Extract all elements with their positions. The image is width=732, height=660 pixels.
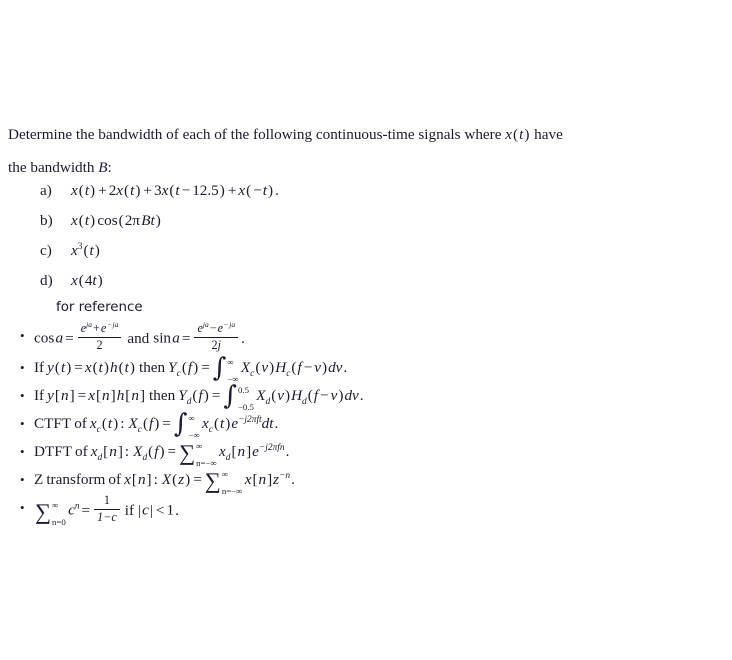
- item-label-a: a): [40, 182, 52, 199]
- summation-operator: ∑ ∞ n=0: [35, 498, 66, 528]
- prompt-line-2-post: :: [107, 159, 112, 176]
- for-reference-label: for reference: [56, 300, 143, 315]
- item-body-d: x(4t): [71, 272, 103, 289]
- bullet-icon: •: [20, 444, 25, 459]
- fraction-sin: eja−e−ja 2j: [194, 321, 239, 353]
- prompt-inline-math-x-of-t: x(t): [505, 126, 530, 143]
- bullet-icon: •: [20, 388, 25, 403]
- item-label-d: d): [40, 272, 53, 289]
- formula-geometric-series: ∑ ∞ n=0 cn = 1 1−c if |c| <1.: [34, 493, 180, 531]
- reference-item-dtft: • DTFT of xd[n]: Xd(f) = ∑ ∞ n=−∞ xd[n]e−j2π…: [8, 438, 708, 468]
- reference-item-dt-convolution: • If y[n] = x[n]h[n] then Yd(f) = ∫ 0.5 −0.5 X…: [8, 382, 708, 412]
- item-body-b: x(t) cos(2π Bt): [71, 212, 161, 229]
- reference-item-ctft: • CTFT of xc(t): Xc(f) = ∫ ∞ −∞ xc(t)e−j2πft…: [8, 410, 708, 440]
- prompt-line-1-pre: Determine the bandwidth of each of the f…: [8, 126, 506, 143]
- reference-item-ztransform: • Z transform of x[n]: X(z) = ∑ ∞ n=−∞ x[n]z…: [8, 466, 708, 496]
- prompt-line-1-post: have: [530, 126, 563, 143]
- reference-formula-list: • cos a = eja+e−ja 2 and sin a = eja−e−ja 2j. • …: [8, 319, 708, 527]
- bullet-icon: •: [20, 328, 25, 343]
- question-item-b: b) x(t) cos(2π Bt): [8, 206, 568, 236]
- question-item-a: a) x(t) +2x(t) +3x(t −12.5) + x(−t).: [8, 176, 568, 206]
- bullet-icon: •: [20, 500, 25, 515]
- item-label-b: b): [40, 212, 53, 229]
- bullet-icon: •: [20, 472, 25, 487]
- item-body-c: x3(t): [71, 241, 100, 259]
- reference-item-geometric-series: • ∑ ∞ n=0 cn = 1 1−c if |c| <1.: [8, 493, 708, 527]
- question-prompt: Determine the bandwidth of each of the f…: [8, 118, 720, 184]
- question-item-list: a) x(t) +2x(t) +3x(t −12.5) + x(−t). b) x(t) …: [8, 176, 568, 296]
- formula-euler: cos a = eja+e−ja 2 and sin a = eja−e−ja 2j.: [34, 319, 245, 353]
- reference-item-euler: • cos a = eja+e−ja 2 and sin a = eja−e−ja 2j.: [8, 319, 708, 354]
- item-body-a: x(t) +2x(t) +3x(t −12.5) + x(−t).: [71, 182, 279, 199]
- fraction-cos: eja+e−ja 2: [77, 321, 122, 353]
- item-label-c: c): [40, 242, 52, 259]
- reference-item-ct-convolution: • If y(t) = x(t)h(t) then Yc(f) = ∫ ∞ −∞ Xc(v)…: [8, 354, 708, 384]
- bullet-icon: •: [20, 416, 25, 431]
- bullet-icon: •: [20, 360, 25, 375]
- question-item-c: c) x3(t): [8, 236, 568, 266]
- document-page: Determine the bandwidth of each of the f…: [0, 0, 732, 660]
- prompt-inline-math-B: B: [98, 159, 108, 176]
- prompt-line-2-pre: the bandwidth: [8, 159, 99, 176]
- fraction-geometric: 1 1−c: [94, 493, 120, 525]
- question-item-d: d) x(4t): [8, 266, 568, 296]
